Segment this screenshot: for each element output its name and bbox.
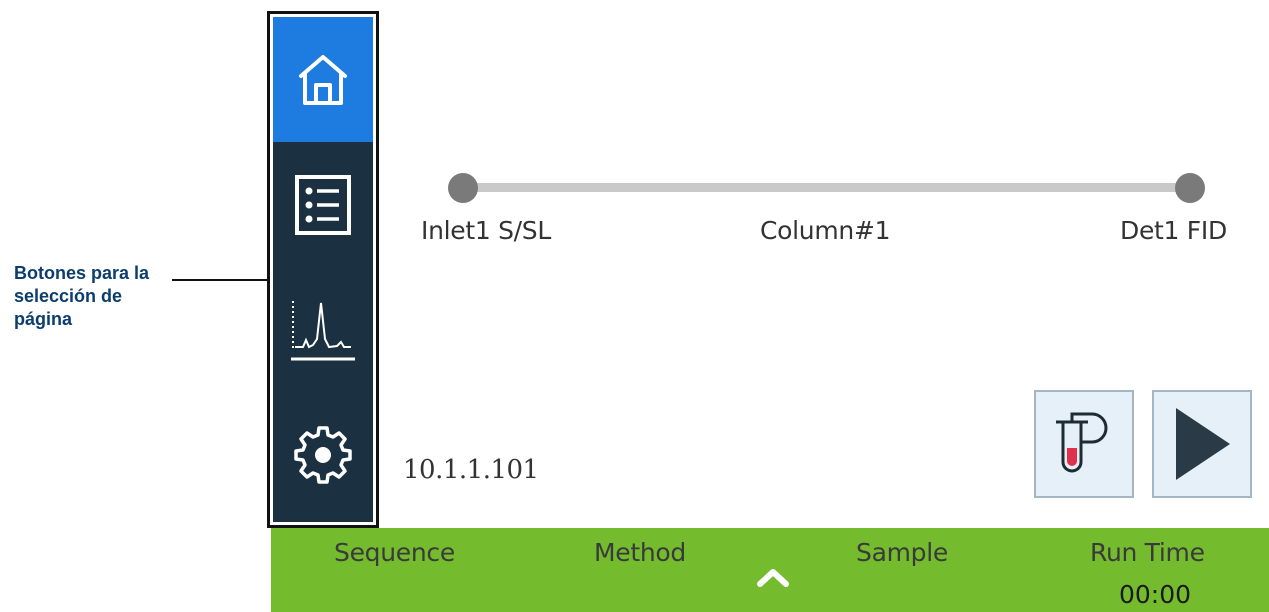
flow-path-line: [462, 183, 1190, 192]
home-icon: [299, 54, 347, 105]
chevron-up-icon: [757, 569, 789, 587]
nav-list-button[interactable]: [273, 142, 373, 267]
detector-label: Det1 FID: [1120, 216, 1227, 245]
sample-label: Sample: [856, 538, 948, 567]
detector-node: [1175, 173, 1205, 203]
status-bar: Sequence Method Sample Run Time 00:00: [271, 528, 1269, 612]
method-label: Method: [594, 538, 686, 567]
ip-address: 10.1.1.101: [403, 455, 539, 485]
run-time-value: 00:00: [1119, 580, 1192, 609]
expand-status-button[interactable]: [749, 555, 797, 599]
nav-chromatogram-button[interactable]: [273, 267, 373, 392]
play-icon: [1176, 408, 1230, 480]
page-selection-sidebar: [267, 11, 379, 528]
vial-prep-run-icon: [1056, 412, 1108, 473]
chromatogram-icon: [291, 300, 355, 360]
sequence-label: Sequence: [334, 538, 455, 567]
run-time-label: Run Time: [1090, 538, 1205, 567]
column-label: Column#1: [760, 216, 891, 245]
sidebar-nav: [273, 17, 373, 522]
start-run-button[interactable]: [1152, 390, 1252, 498]
nav-settings-button[interactable]: [273, 392, 373, 517]
inlet-node: [448, 173, 478, 203]
callout-leader-line: [172, 279, 268, 281]
instrument-screen: Botones para la selección de página Inle…: [0, 0, 1269, 612]
list-icon: [295, 174, 351, 235]
inlet-label: Inlet1 S/SL: [421, 216, 551, 245]
prep-run-button[interactable]: [1034, 390, 1134, 498]
nav-home-button[interactable]: [273, 17, 373, 142]
gear-icon: [294, 425, 352, 484]
callout-label: Botones para la selección de página: [14, 263, 150, 329]
